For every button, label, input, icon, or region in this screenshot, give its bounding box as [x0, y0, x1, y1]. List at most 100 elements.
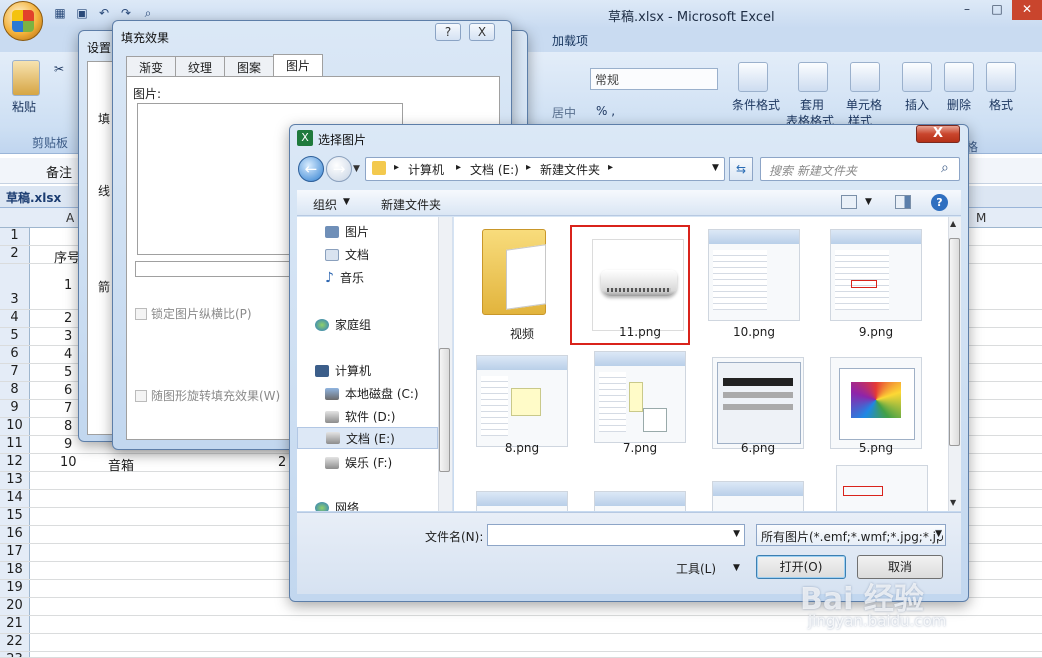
row-number[interactable]: 17: [0, 544, 30, 561]
nav-item-drive-e[interactable]: 文档 (E:): [297, 427, 438, 449]
help-icon[interactable]: ?: [435, 23, 461, 41]
row-number[interactable]: 16: [0, 526, 30, 543]
nav-item-drive-f[interactable]: 娱乐 (F:): [325, 454, 392, 471]
thumbnail-5[interactable]: [830, 357, 922, 449]
breadcrumb-computer[interactable]: 计算机: [408, 161, 444, 178]
row-number[interactable]: 3: [0, 264, 30, 309]
row-number[interactable]: 23: [0, 652, 30, 657]
column-header-a[interactable]: A: [66, 211, 74, 225]
row-number[interactable]: 6: [0, 346, 30, 363]
cell[interactable]: 10: [60, 455, 77, 470]
row-number[interactable]: 1: [0, 228, 30, 245]
thumbnail-partial[interactable]: [836, 465, 928, 511]
tab-texture[interactable]: 纹理: [175, 56, 226, 76]
maximize-icon[interactable]: □: [982, 0, 1012, 20]
row-number[interactable]: 4: [0, 310, 30, 327]
sidebar-item-line[interactable]: 线: [98, 182, 110, 199]
nav-scrollbar-thumb[interactable]: [439, 348, 450, 472]
paste-button[interactable]: 粘贴: [12, 98, 36, 115]
format-icon[interactable]: [986, 62, 1016, 92]
cut-icon[interactable]: ✂: [54, 62, 64, 76]
file-name[interactable]: 7.png: [590, 441, 690, 455]
cell[interactable]: 4: [64, 347, 72, 362]
file-name[interactable]: 5.png: [826, 441, 926, 455]
thumbnail-11[interactable]: [592, 239, 684, 331]
nav-item-network[interactable]: 网络: [315, 499, 359, 511]
tools-dropdown-icon[interactable]: ▼: [733, 563, 740, 573]
row-number[interactable]: 21: [0, 616, 30, 633]
cell[interactable]: 8: [64, 419, 72, 434]
table-format-icon[interactable]: [798, 62, 828, 92]
back-arrow-icon[interactable]: ←: [298, 156, 324, 182]
scroll-down-icon[interactable]: ▼: [950, 498, 956, 507]
nav-item-drive-c[interactable]: 本地磁盘 (C:): [325, 385, 419, 402]
minimize-icon[interactable]: –: [952, 0, 982, 20]
office-button[interactable]: [3, 1, 43, 41]
nav-item-homegroup[interactable]: 家庭组: [315, 316, 371, 333]
file-scrollbar-thumb[interactable]: [949, 238, 960, 446]
thumbnail-partial[interactable]: [476, 491, 568, 511]
file-name[interactable]: 11.png: [590, 325, 690, 339]
delete-icon[interactable]: [944, 62, 974, 92]
workbook-tab[interactable]: 草稿.xlsx: [6, 189, 61, 206]
insert-button[interactable]: 插入: [905, 96, 929, 113]
close-icon[interactable]: ✕: [1012, 0, 1042, 20]
conditional-format-icon[interactable]: [738, 62, 768, 92]
paste-icon[interactable]: [12, 60, 40, 96]
row-number[interactable]: 15: [0, 508, 30, 525]
column-header-m[interactable]: M: [976, 211, 986, 225]
row-number[interactable]: 18: [0, 562, 30, 579]
row-number[interactable]: 12: [0, 454, 30, 471]
redo-icon[interactable]: ↷: [118, 5, 134, 21]
view-icon[interactable]: [841, 195, 857, 209]
insert-icon[interactable]: [902, 62, 932, 92]
list-item[interactable]: [476, 225, 552, 317]
file-name[interactable]: 8.png: [472, 441, 572, 455]
scroll-up-icon[interactable]: ▲: [950, 219, 956, 228]
tab-picture[interactable]: 图片: [273, 54, 324, 76]
organize-button[interactable]: 组织: [313, 196, 337, 213]
sidebar-item-fill[interactable]: 填: [98, 110, 110, 127]
address-dropdown-icon[interactable]: ▼: [712, 163, 719, 173]
thumbnail-10[interactable]: [708, 229, 800, 321]
close-icon[interactable]: X: [916, 125, 960, 143]
tab-gradient[interactable]: 渐变: [126, 56, 177, 76]
cell[interactable]: 2: [64, 311, 72, 326]
filetype-select[interactable]: 所有图片(*.emf;*.wmf;*.jpg;*.jp ▼: [756, 524, 946, 546]
breadcrumb-drive-e[interactable]: 文档 (E:): [470, 161, 519, 178]
row-number[interactable]: 5: [0, 328, 30, 345]
view-dropdown-icon[interactable]: ▼: [865, 197, 872, 207]
thumbnail-partial[interactable]: [712, 481, 804, 511]
cell[interactable]: 6: [64, 383, 72, 398]
cell-style-button[interactable]: 单元格: [846, 96, 882, 113]
filename-dropdown-icon[interactable]: ▼: [733, 529, 740, 539]
forward-arrow-icon[interactable]: →: [326, 156, 352, 182]
search-icon[interactable]: ⌕: [941, 160, 949, 176]
help-icon[interactable]: ?: [931, 194, 948, 211]
preview-pane-icon[interactable]: [895, 195, 911, 209]
row-number[interactable]: 22: [0, 634, 30, 651]
print-preview-icon[interactable]: ⌕: [140, 5, 156, 21]
format-button[interactable]: 格式: [989, 96, 1013, 113]
breadcrumb-new-folder[interactable]: 新建文件夹: [540, 161, 600, 178]
nav-item-computer[interactable]: 计算机: [315, 362, 371, 379]
save-icon[interactable]: ▣: [74, 5, 90, 21]
cell[interactable]: 2: [278, 455, 286, 470]
cell[interactable]: 3: [64, 329, 72, 344]
new-folder-button[interactable]: 新建文件夹: [381, 196, 441, 213]
row-number[interactable]: 7: [0, 364, 30, 381]
row-number[interactable]: 2: [0, 246, 30, 263]
tab-pattern[interactable]: 图案: [224, 56, 275, 76]
undo-icon[interactable]: ↶: [96, 5, 112, 21]
cell-style-icon[interactable]: [850, 62, 880, 92]
search-field[interactable]: 搜索 新建文件夹 ⌕: [760, 157, 960, 181]
file-name[interactable]: 6.png: [708, 441, 808, 455]
row-number[interactable]: 10: [0, 418, 30, 435]
thumbnail-8[interactable]: [476, 355, 568, 447]
file-name[interactable]: 9.png: [826, 325, 926, 339]
name-box[interactable]: 备注: [46, 162, 72, 181]
table-format-button[interactable]: 套用: [800, 96, 824, 113]
delete-button[interactable]: 删除: [947, 96, 971, 113]
row-number[interactable]: 19: [0, 580, 30, 597]
history-dropdown-icon[interactable]: ▼: [353, 164, 360, 174]
